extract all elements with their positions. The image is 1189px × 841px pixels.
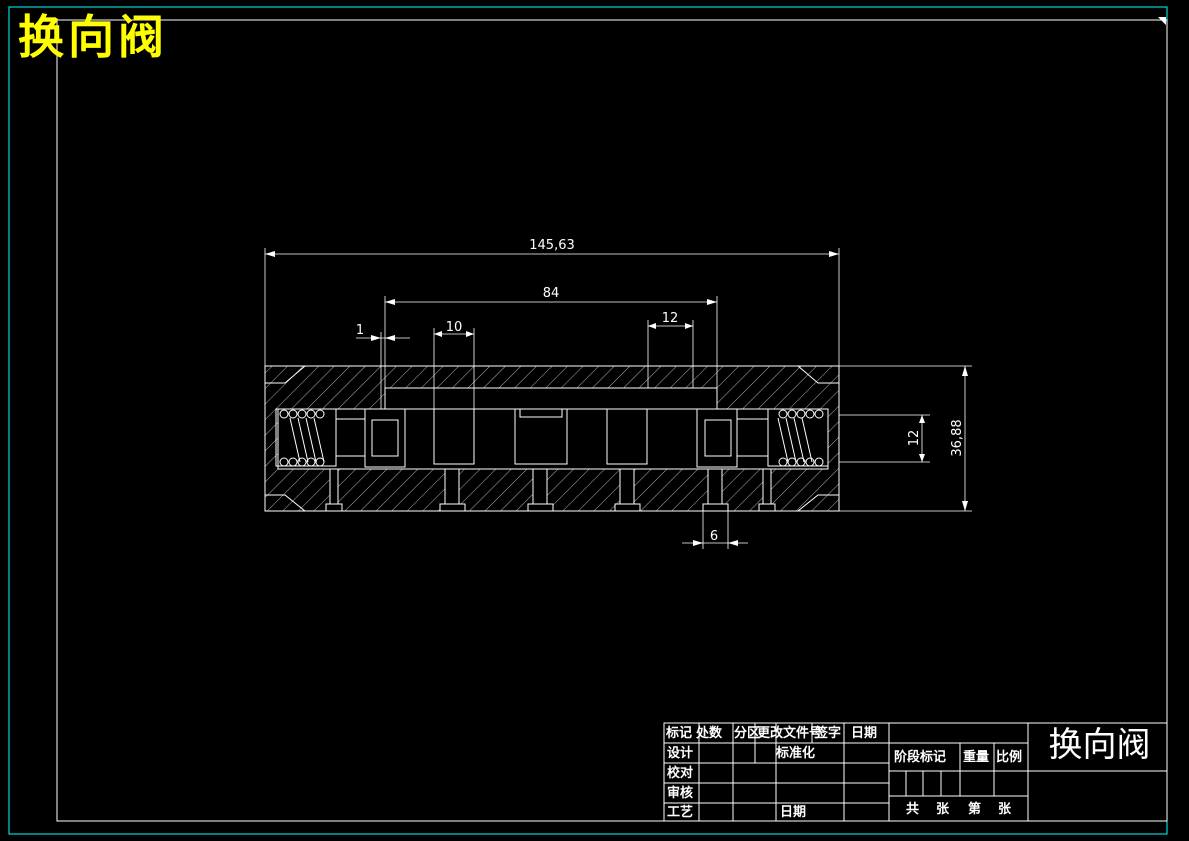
corner-mark bbox=[1158, 17, 1166, 25]
dim-land-width: 10 bbox=[446, 320, 463, 335]
tb-check: 校对 bbox=[667, 766, 694, 781]
drawing-title: 换向阀 bbox=[18, 10, 168, 64]
dim-bore-diameter: 12 bbox=[907, 430, 922, 447]
tb-change-doc: 更改文件号 bbox=[757, 726, 823, 741]
tb-sheets2: 张 bbox=[998, 802, 1012, 817]
cad-drawing: 145,63 84 1 10 12 12 36,88 6 bbox=[8, 6, 1168, 835]
tb-total: 共 bbox=[906, 802, 920, 817]
tb-part-name: 换向阀 bbox=[1048, 725, 1151, 765]
tb-standardization: 标准化 bbox=[776, 746, 816, 761]
dim-port-width: 12 bbox=[662, 311, 679, 326]
dim-spool-length: 84 bbox=[543, 286, 560, 301]
tb-date: 日期 bbox=[851, 726, 878, 741]
dim-gap: 1 bbox=[356, 323, 364, 338]
tb-sheets: 张 bbox=[936, 802, 950, 817]
tb-weight: 重量 bbox=[963, 750, 990, 765]
tb-stage-mark: 阶段标记 bbox=[894, 750, 947, 765]
tb-design: 设计 bbox=[667, 746, 694, 761]
tb-sheet-no: 第 bbox=[968, 802, 982, 817]
tb-review: 审核 bbox=[667, 786, 694, 801]
tb-date2: 日期 bbox=[780, 805, 807, 820]
dim-port-spacing: 6 bbox=[710, 529, 718, 544]
tb-signature: 签字 bbox=[815, 726, 842, 741]
dim-overall-height: 36,88 bbox=[950, 419, 965, 456]
tb-count: 处数 bbox=[696, 726, 723, 741]
tb-scale: 比例 bbox=[996, 750, 1023, 765]
tb-process: 工艺 bbox=[667, 805, 694, 820]
tb-mark: 标记 bbox=[666, 726, 693, 741]
dim-overall-length: 145,63 bbox=[529, 238, 575, 253]
